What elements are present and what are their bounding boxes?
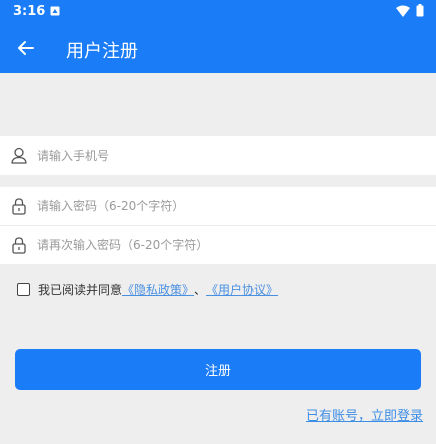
- agreement-row: 我已阅读并同意 《隐私政策》 、 《用户协议》: [17, 280, 278, 298]
- back-button[interactable]: [14, 36, 38, 60]
- status-bar: 3:16: [0, 0, 436, 24]
- login-link[interactable]: 已有账号，立即登录: [306, 405, 423, 424]
- agreement-separator: 、: [194, 282, 207, 297]
- password-row: [0, 187, 436, 225]
- notification-icon: [50, 6, 60, 16]
- lock-icon: [11, 197, 27, 215]
- password-input[interactable]: [37, 199, 397, 213]
- confirm-password-row: [0, 226, 436, 264]
- lock-icon: [11, 236, 27, 254]
- status-time: 3:16: [13, 4, 46, 19]
- wifi-icon: [396, 5, 410, 17]
- agreement-checkbox[interactable]: [17, 282, 30, 296]
- user-icon: [11, 147, 27, 165]
- privacy-policy-link[interactable]: 《隐私政策》: [122, 281, 194, 298]
- confirm-password-input[interactable]: [37, 238, 397, 252]
- battery-icon: [416, 4, 424, 17]
- phone-row: [0, 136, 436, 175]
- arrow-left-icon: [18, 41, 34, 55]
- agreement-text: 我已阅读并同意: [38, 282, 123, 297]
- phone-input[interactable]: [37, 148, 397, 163]
- register-button[interactable]: 注册: [15, 349, 421, 390]
- page-title: 用户注册: [66, 41, 138, 62]
- app-bar: 3:16 用户注册: [0, 0, 436, 73]
- user-agreement-link[interactable]: 《用户协议》: [206, 281, 278, 298]
